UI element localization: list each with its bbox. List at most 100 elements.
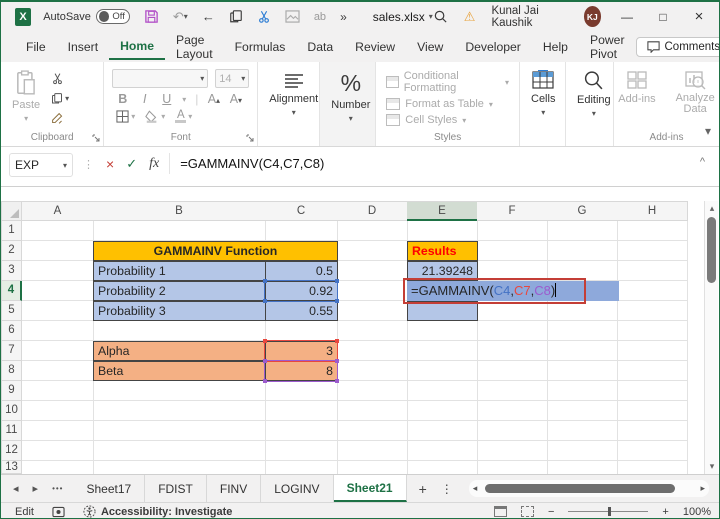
- paste-button[interactable]: Paste ▾: [5, 66, 47, 127]
- cell-B2-table-title[interactable]: GAMMAINV Function: [93, 241, 338, 261]
- tab-file[interactable]: File: [15, 34, 57, 59]
- cell-styles-button[interactable]: Cell Styles▾: [386, 114, 509, 126]
- name-box[interactable]: EXP▾: [9, 153, 73, 177]
- autosave-toggle[interactable]: Off: [96, 9, 130, 24]
- number-button[interactable]: % Number ▾: [324, 66, 377, 127]
- vertical-scrollbar[interactable]: ▴ ▾: [704, 201, 718, 474]
- save-button[interactable]: [144, 9, 159, 24]
- picture-button[interactable]: [285, 10, 300, 23]
- sheet-tab-FINV[interactable]: FINV: [207, 475, 261, 502]
- translate-button[interactable]: ab: [314, 11, 326, 23]
- sheet-nav-left-button[interactable]: ◂: [13, 482, 19, 495]
- enter-button[interactable]: ✓: [126, 156, 137, 172]
- column-header-A[interactable]: A: [22, 201, 94, 221]
- scroll-up-button[interactable]: ▴: [705, 203, 719, 214]
- sheet-tab-LOGINV[interactable]: LOGINV: [261, 475, 333, 502]
- select-all-button[interactable]: [1, 201, 22, 221]
- insert-function-button[interactable]: fx: [149, 156, 159, 172]
- column-header-E[interactable]: E: [407, 201, 478, 221]
- autosave-control[interactable]: AutoSave Off: [43, 9, 130, 24]
- tab-formulas[interactable]: Formulas: [224, 34, 297, 59]
- row-header-3[interactable]: 3: [1, 261, 22, 281]
- tab-view[interactable]: View: [406, 34, 454, 59]
- horizontal-scrollbar[interactable]: ◂ ▸: [469, 480, 709, 497]
- add-sheet-button[interactable]: +: [419, 481, 427, 497]
- avatar[interactable]: KJ: [584, 6, 601, 27]
- close-button[interactable]: ×: [689, 8, 709, 25]
- cut-button[interactable]: [51, 72, 69, 85]
- font-color-button[interactable]: A▾: [175, 110, 192, 123]
- conditional-formatting-button[interactable]: Conditional Formatting▾: [386, 70, 509, 94]
- font-dialog-launcher[interactable]: [246, 134, 254, 142]
- fill-color-button[interactable]: ▾: [145, 110, 165, 123]
- row-header-10[interactable]: 10: [1, 401, 22, 421]
- vertical-scroll-thumb[interactable]: [707, 217, 716, 283]
- page-break-view-button[interactable]: [521, 506, 534, 517]
- cell-mode-indicator[interactable]: Edit: [15, 506, 34, 518]
- tab-home[interactable]: Home: [109, 33, 165, 60]
- cancel-button[interactable]: ×: [106, 156, 114, 172]
- cell-E2-results[interactable]: Results: [407, 241, 478, 261]
- addins-button[interactable]: Add-ins: [611, 66, 662, 109]
- alignment-button[interactable]: Alignment ▾: [262, 68, 325, 121]
- cell-B7-alpha[interactable]: Alpha: [93, 341, 266, 361]
- user-name[interactable]: Kunal Jai Kaushik: [491, 5, 567, 29]
- row-header-11[interactable]: 11: [1, 421, 22, 441]
- italic-button[interactable]: I: [138, 92, 151, 106]
- scroll-down-button[interactable]: ▾: [705, 461, 719, 472]
- excel-logo-icon[interactable]: X: [15, 8, 31, 26]
- row-header-8[interactable]: 8: [1, 361, 22, 381]
- sheet-tab-FDIST[interactable]: FDIST: [145, 475, 207, 502]
- undo-button[interactable]: ↶▾: [173, 9, 188, 25]
- ribbon-collapse-button[interactable]: ▾: [705, 124, 711, 138]
- analyze-data-button[interactable]: AnalyzeData: [669, 66, 720, 119]
- cell-E5[interactable]: [407, 301, 478, 321]
- column-header-F[interactable]: F: [477, 201, 548, 221]
- zoom-slider[interactable]: [568, 511, 648, 512]
- drag-handle[interactable]: ⋮: [83, 158, 94, 171]
- copy-button[interactable]: ▾: [51, 92, 69, 105]
- tab-insert[interactable]: Insert: [57, 34, 109, 59]
- sheet-menu-button[interactable]: ⋮: [441, 482, 453, 496]
- accessibility-checker[interactable]: Accessibility: Investigate: [83, 505, 232, 518]
- more-sheets-button[interactable]: •••: [52, 484, 63, 493]
- borders-button[interactable]: ▾: [116, 110, 135, 123]
- tab-review[interactable]: Review: [344, 34, 406, 59]
- format-as-table-button[interactable]: Format as Table▾: [386, 98, 509, 110]
- search-button[interactable]: [433, 9, 448, 24]
- cell-B8-beta[interactable]: Beta: [93, 361, 266, 381]
- row-header-1[interactable]: 1: [1, 221, 22, 241]
- column-header-D[interactable]: D: [337, 201, 408, 221]
- underline-button[interactable]: U: [160, 92, 173, 106]
- row-header-6[interactable]: 6: [1, 321, 22, 341]
- tab-help[interactable]: Help: [532, 34, 579, 59]
- formula-bar-collapse-button[interactable]: ^: [694, 153, 711, 171]
- macro-record-button[interactable]: [52, 506, 65, 518]
- column-header-B[interactable]: B: [93, 201, 266, 221]
- zoom-in-button[interactable]: +: [662, 506, 668, 518]
- cell-B4[interactable]: Probability 2: [93, 281, 266, 301]
- format-painter-button[interactable]: [51, 112, 69, 125]
- row-header-7[interactable]: 7: [1, 341, 22, 361]
- cell-C5[interactable]: 0.55: [265, 301, 338, 321]
- zoom-out-button[interactable]: −: [548, 506, 554, 518]
- cut-button[interactable]: [257, 9, 271, 24]
- font-name-select[interactable]: ▾: [112, 69, 208, 88]
- row-header-13[interactable]: 13: [1, 461, 22, 474]
- minimize-button[interactable]: —: [617, 10, 637, 24]
- cell-B3[interactable]: Probability 1: [93, 261, 266, 281]
- column-header-H[interactable]: H: [617, 201, 688, 221]
- toolbar-overflow-button[interactable]: »: [340, 10, 347, 24]
- tab-data[interactable]: Data: [296, 34, 344, 59]
- tab-developer[interactable]: Developer: [454, 34, 532, 59]
- column-header-G[interactable]: G: [547, 201, 618, 221]
- sheet-tab-Sheet21[interactable]: Sheet21: [334, 475, 407, 502]
- font-size-select[interactable]: 14▾: [215, 69, 249, 88]
- horizontal-scroll-thumb[interactable]: [485, 484, 674, 493]
- tab-power-pivot[interactable]: Power Pivot: [579, 27, 636, 66]
- formula-input[interactable]: =GAMMAINV(C4,C7,C8): [169, 153, 694, 174]
- column-header-C[interactable]: C: [265, 201, 338, 221]
- zoom-slider-thumb[interactable]: [608, 507, 611, 516]
- clipboard-dialog-launcher[interactable]: [92, 134, 100, 142]
- tab-page-layout[interactable]: Page Layout: [165, 27, 224, 66]
